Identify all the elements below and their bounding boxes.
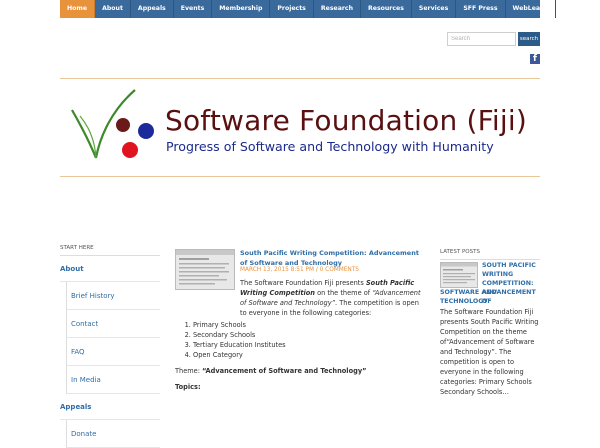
post-intro-text-1: The Software Foundation Fiji presents bbox=[240, 279, 366, 287]
post-body: The Software Foundation Fiji presents So… bbox=[175, 278, 427, 392]
post-theme-value: “Advancement of Software and Technology” bbox=[202, 367, 367, 375]
post-comments-link[interactable]: 0 COMMENTS bbox=[320, 267, 359, 273]
latest-post-title-link-continued[interactable]: SOFTWARE AND TECHNOLOGY bbox=[440, 288, 542, 306]
post-intro: The Software Foundation Fiji presents So… bbox=[175, 278, 427, 318]
sidebar-item-brief-history[interactable]: Brief History bbox=[66, 282, 160, 310]
list-item: Primary Schools bbox=[193, 320, 427, 330]
latest-post-thumbnail[interactable] bbox=[440, 262, 478, 288]
sidebar-title: LATEST POSTS bbox=[440, 249, 540, 260]
nav-item-events[interactable]: Events bbox=[174, 0, 213, 18]
post-intro-text-2: on the theme of bbox=[315, 289, 373, 297]
latest-post-thumbnail-image bbox=[441, 263, 477, 284]
search-input[interactable] bbox=[447, 32, 516, 46]
nav-item-about[interactable]: About bbox=[95, 0, 131, 18]
right-sidebar: LATEST POSTS bbox=[440, 249, 540, 260]
post-title-link[interactable]: South Pacific Writing Competition: Advan… bbox=[240, 248, 428, 268]
header-divider-top bbox=[60, 78, 540, 79]
post-categories-list: Primary Schools Secondary Schools Tertia… bbox=[175, 320, 427, 360]
nav-item-home[interactable]: Home bbox=[60, 0, 96, 18]
site-title[interactable]: Software Foundation (Fiji) bbox=[165, 104, 527, 137]
nav-item-sff-press[interactable]: SFF Press bbox=[456, 0, 506, 18]
list-item: Secondary Schools bbox=[193, 330, 427, 340]
header-divider-bottom bbox=[60, 176, 540, 177]
nav-item-appeals[interactable]: Appeals bbox=[131, 0, 174, 18]
sidebar-item-appeals[interactable]: Appeals bbox=[60, 394, 160, 420]
post-meta: MARCH 13, 2015 8:51 PM / 0 COMMENTS bbox=[240, 267, 359, 273]
nav-item-resources[interactable]: Resources bbox=[361, 0, 412, 18]
nav-item-services[interactable]: Services bbox=[412, 0, 457, 18]
site-tagline: Progress of Software and Technology with… bbox=[166, 139, 494, 154]
post-topics-label: Topics: bbox=[175, 383, 201, 391]
sidebar-item-donate[interactable]: Donate bbox=[66, 420, 160, 448]
post-theme: Theme: “Advancement of Software and Tech… bbox=[175, 366, 427, 376]
left-sidebar: START HERE About Brief History Contact F… bbox=[60, 245, 160, 448]
main-navigation: Home About Appeals Events Membership Pro… bbox=[60, 0, 556, 18]
sidebar-item-in-media[interactable]: In Media bbox=[66, 366, 160, 394]
sidebar-title: START HERE bbox=[60, 245, 160, 256]
list-item: Tertiary Education Institutes bbox=[193, 340, 427, 350]
sidebar-item-about[interactable]: About bbox=[60, 256, 160, 282]
nav-item-membership[interactable]: Membership bbox=[212, 0, 271, 18]
nav-item-weblearn[interactable]: WebLearn bbox=[506, 0, 556, 18]
search-button[interactable]: search bbox=[518, 32, 540, 46]
nav-item-research[interactable]: Research bbox=[314, 0, 361, 18]
post-date: MARCH 13, 2015 8:51 PM bbox=[240, 267, 314, 273]
facebook-icon[interactable]: f bbox=[530, 54, 540, 64]
list-item: Open Category bbox=[193, 350, 427, 360]
nav-item-projects[interactable]: Projects bbox=[270, 0, 314, 18]
sidebar-item-contact[interactable]: Contact bbox=[66, 310, 160, 338]
post-theme-label: Theme: bbox=[175, 367, 203, 375]
sidebar-item-faq[interactable]: FAQ bbox=[66, 338, 160, 366]
site-logo[interactable] bbox=[60, 88, 170, 163]
latest-post-excerpt: The Software Foundation Fiji presents So… bbox=[440, 308, 539, 396]
